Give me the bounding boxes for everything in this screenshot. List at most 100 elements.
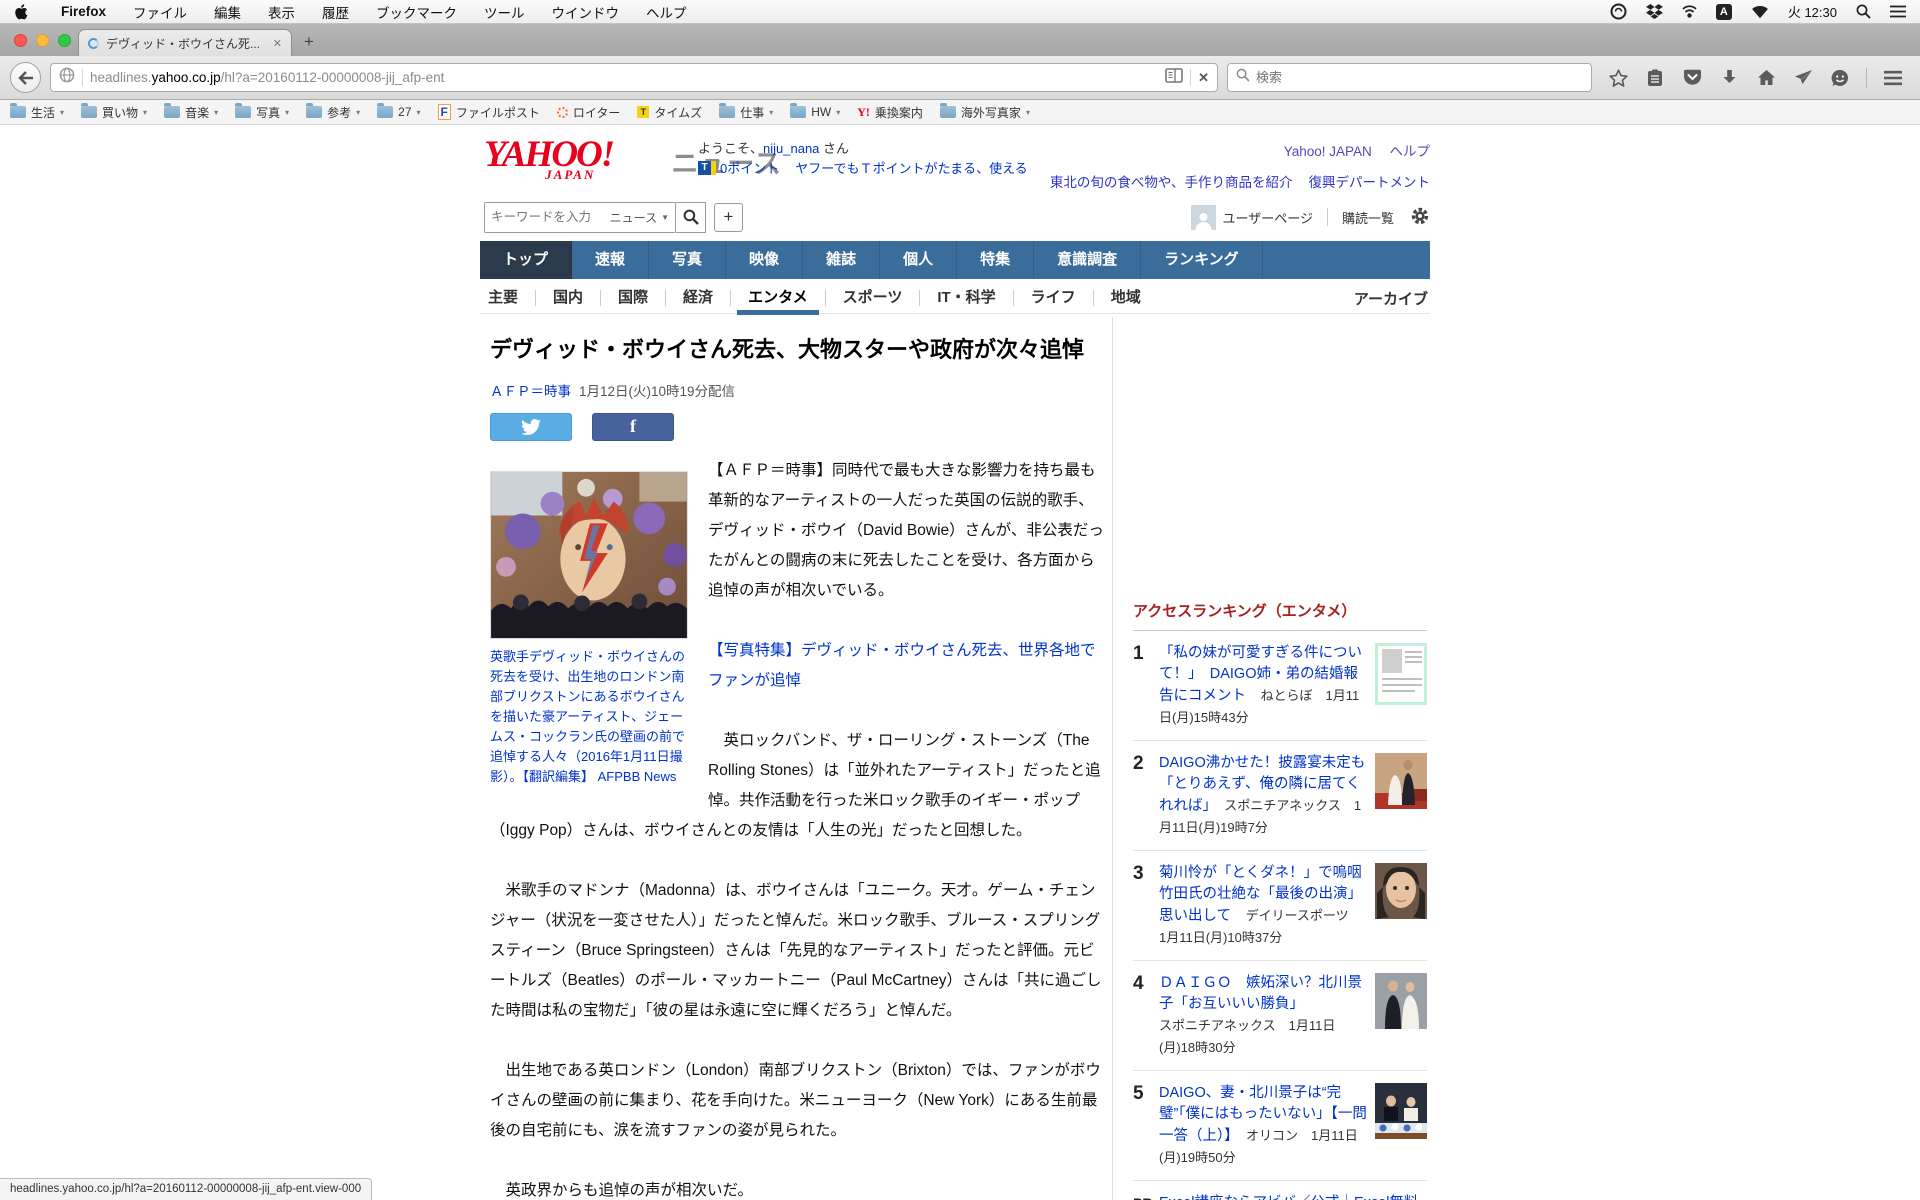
search-scope-select[interactable]: ニュース ▼ — [610, 209, 669, 226]
ranking-item-3[interactable]: 3 菊川怜が「とくダネ！」で嗚咽 竹田氏の壮絶な「最後の出演」思い出して デイリ… — [1133, 851, 1427, 961]
input-source-icon[interactable]: A — [1715, 3, 1732, 20]
back-button[interactable] — [10, 62, 41, 93]
menubar-item-tools[interactable]: ツール — [484, 2, 525, 22]
subnav-sports[interactable]: スポーツ — [824, 290, 920, 306]
nav-tab-ranking[interactable]: ランキング — [1141, 241, 1263, 279]
points-link[interactable]: 0ポイント — [720, 158, 779, 177]
subnav-region[interactable]: 地域 — [1092, 290, 1158, 306]
nav-tab-survey[interactable]: 意識調査 — [1034, 241, 1142, 279]
ranking-item-1[interactable]: 1 「私の妹が可愛すぎる件について！」 DAIGO姉・弟の結婚報告にコメント ね… — [1133, 631, 1427, 741]
ranking-title-link[interactable]: ＤＡＩＧＯ 嫉妬深い？北川景子「お互いいい勝負」 — [1159, 975, 1362, 1012]
menubar-item-window[interactable]: ウインドウ — [552, 2, 620, 22]
bookmark-folder-life[interactable]: 生活 ▾ — [10, 103, 64, 121]
bookmark-folder-photo[interactable]: 写真 ▾ — [235, 103, 289, 121]
menubar-item-edit[interactable]: 編集 — [214, 2, 241, 22]
share-icon[interactable] — [1792, 67, 1814, 89]
ranking-item-4[interactable]: 4 ＤＡＩＧＯ 嫉妬深い？北川景子「お互いいい勝負」 スポニチアネックス 1月11… — [1133, 961, 1427, 1071]
nav-tab-top[interactable]: トップ — [480, 241, 573, 279]
subnav-entertainment[interactable]: エンタメ — [730, 290, 825, 315]
wifi-icon[interactable] — [1751, 5, 1769, 19]
nav-tab-video[interactable]: 映像 — [726, 241, 804, 279]
bookmark-folder-reference[interactable]: 参考 ▾ — [306, 103, 360, 121]
creative-cloud-icon[interactable] — [1610, 3, 1627, 20]
reader-mode-icon[interactable] — [1165, 67, 1183, 88]
menubar-item-help[interactable]: ヘルプ — [646, 2, 687, 22]
bookmark-folder-27[interactable]: 27 ▾ — [377, 103, 421, 119]
user-page-link[interactable]: ユーザーページ — [1223, 208, 1313, 227]
nav-tab-feature[interactable]: 特集 — [957, 241, 1035, 279]
points-promo-link[interactable]: ヤフーでもＴポイントがたまる、使える — [795, 158, 1027, 177]
browser-search-input[interactable] — [1256, 70, 1583, 85]
subscriptions-link[interactable]: 購読一覧 — [1342, 208, 1394, 227]
help-link[interactable]: ヘルプ — [1390, 144, 1431, 159]
ranking-thumbnail[interactable] — [1375, 753, 1427, 839]
bookmark-filepost[interactable]: F ファイルポスト — [437, 104, 540, 121]
stop-load-icon[interactable]: ✕ — [1198, 70, 1209, 86]
menubar-item-bookmarks[interactable]: ブックマーク — [376, 2, 457, 22]
reading-list-icon[interactable] — [1644, 67, 1666, 89]
search-bar[interactable] — [1227, 63, 1592, 92]
url-text[interactable]: headlines.yahoo.co.jp/hl?a=20160112-0000… — [90, 70, 1158, 85]
url-bar[interactable]: headlines.yahoo.co.jp/hl?a=20160112-0000… — [50, 63, 1218, 92]
dropbox-icon[interactable] — [1645, 4, 1663, 19]
bookmark-star-icon[interactable] — [1607, 67, 1629, 89]
nav-tab-personal[interactable]: 個人 — [880, 241, 958, 279]
bookmark-folder-music[interactable]: 音楽 ▾ — [164, 103, 218, 121]
zoom-window-button[interactable] — [58, 34, 71, 47]
bookmark-folder-photographers[interactable]: 海外写真家 ▾ — [939, 103, 1030, 121]
news-search-button[interactable] — [676, 201, 706, 233]
subnav-archive[interactable]: アーカイブ — [1354, 288, 1430, 309]
menu-icon[interactable] — [1882, 67, 1904, 89]
ranking-thumbnail[interactable] — [1375, 973, 1427, 1059]
article-photo[interactable]: 英歌手デヴィッド・ボウイさんの死去を受け、出生地のロンドン南部ブリクストンにある… — [490, 470, 690, 787]
pr-ad-link[interactable]: Excel講座ならアビバ／公式｜Excel無料体験セミナー開催中 !Web限定お… — [1159, 1195, 1418, 1200]
menubar-item-view[interactable]: 表示 — [268, 2, 295, 22]
bookmark-transit[interactable]: Y! 乗換案内 — [857, 104, 923, 121]
nav-tab-magazine[interactable]: 雑誌 — [803, 241, 881, 279]
news-search-input[interactable] — [491, 210, 603, 224]
pr-ad[interactable]: PR Excel講座ならアビバ／公式｜Excel無料体験セミナー開催中 !Web… — [1133, 1181, 1427, 1200]
yahoo-japan-link[interactable]: Yahoo! JAPAN — [1284, 144, 1372, 159]
ranking-thumbnail[interactable] — [1375, 863, 1427, 949]
subnav-economy[interactable]: 経済 — [665, 290, 730, 306]
nav-tab-flash[interactable]: 速報 — [572, 241, 650, 279]
subnav-life[interactable]: ライフ — [1012, 290, 1093, 306]
menubar-item-history[interactable]: 履歴 — [322, 2, 349, 22]
bookmark-folder-work[interactable]: 仕事 ▾ — [719, 103, 773, 121]
bookmark-folder-shopping[interactable]: 買い物 ▾ — [81, 103, 147, 121]
twitter-share-button[interactable] — [490, 412, 572, 441]
apple-icon[interactable] — [14, 3, 28, 20]
bookmark-folder-hw[interactable]: HW ▾ — [790, 103, 840, 119]
pocket-icon[interactable] — [1681, 67, 1703, 89]
photo-caption-link[interactable]: 英歌手デヴィッド・ボウイさんの死去を受け、出生地のロンドン南部ブリクストンにある… — [490, 647, 690, 787]
subnav-it-science[interactable]: IT・科学 — [919, 290, 1012, 306]
minimize-window-button[interactable] — [36, 34, 49, 47]
browser-tab[interactable]: デヴィッド・ボウイさん死... ✕ — [78, 29, 292, 56]
facebook-share-button[interactable]: f — [592, 412, 674, 441]
ranking-thumbnail[interactable] — [1375, 643, 1427, 729]
menubar-item-firefox[interactable]: Firefox — [61, 4, 106, 19]
news-search-box[interactable]: ニュース▼ — [484, 201, 676, 233]
tohoku-promo-link[interactable]: 東北の旬の食べ物や、手作り商品を紹介 — [1050, 175, 1293, 190]
subnav-domestic[interactable]: 国内 — [535, 290, 600, 306]
bookmark-reuters[interactable]: ロイター — [556, 104, 620, 121]
bookmark-times[interactable]: T タイムズ — [637, 104, 702, 121]
feedback-smiley-icon[interactable] — [1829, 67, 1851, 89]
menubar-clock[interactable]: 火 12:30 — [1788, 2, 1837, 21]
close-window-button[interactable] — [14, 34, 27, 47]
ranking-item-2[interactable]: 2 DAIGO沸かせた！披露宴未定も「とりあえず、俺の隣に居てくれれば」 スポニ… — [1133, 741, 1427, 851]
add-button[interactable]: + — [714, 202, 743, 232]
menubar-item-file[interactable]: ファイル — [133, 2, 187, 22]
new-tab-button[interactable]: + — [304, 32, 314, 52]
hotspot-icon[interactable] — [1682, 4, 1697, 20]
settings-gear-icon[interactable] — [1410, 206, 1430, 229]
nav-tab-photo[interactable]: 写真 — [649, 241, 727, 279]
fukkou-department-link[interactable]: 復興デパートメント — [1309, 175, 1431, 190]
download-icon[interactable] — [1718, 67, 1740, 89]
home-icon[interactable] — [1755, 67, 1777, 89]
ranking-thumbnail[interactable] — [1375, 1083, 1427, 1169]
notification-center-icon[interactable] — [1890, 5, 1906, 18]
subnav-main[interactable]: 主要 — [480, 290, 535, 306]
username-link[interactable]: niju_nana — [763, 141, 819, 156]
subnav-world[interactable]: 国際 — [600, 290, 665, 306]
